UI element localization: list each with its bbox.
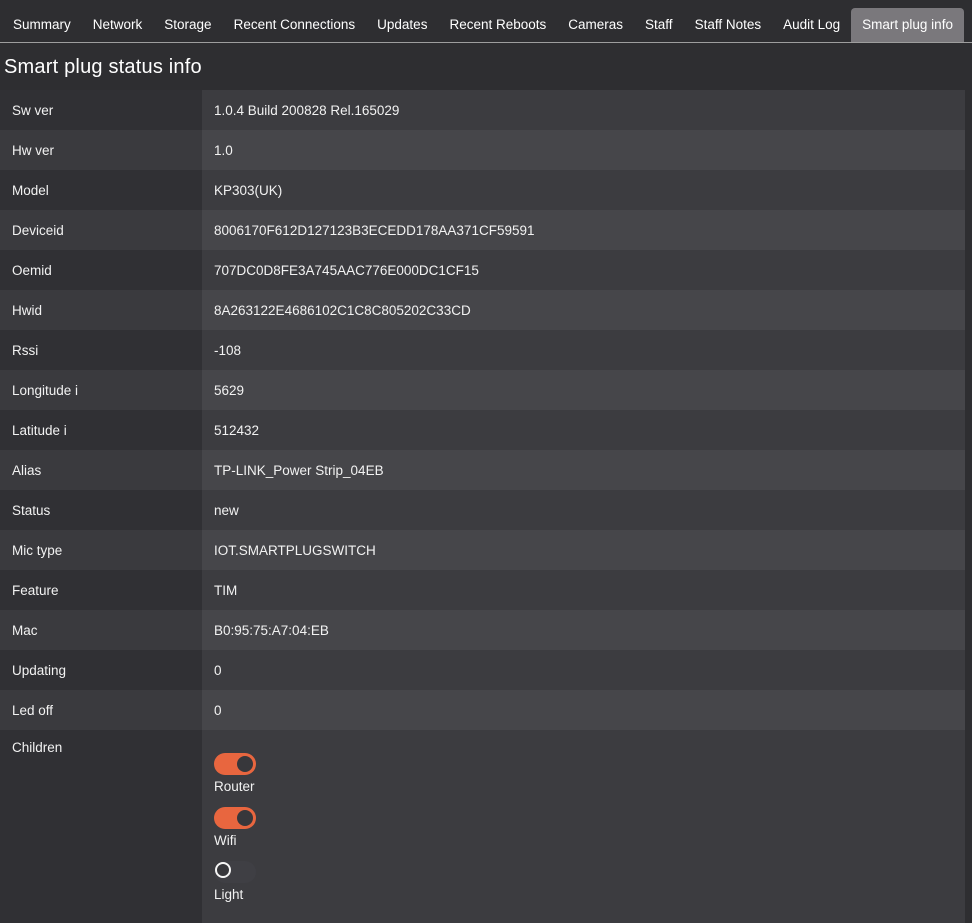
- tab-staff[interactable]: Staff: [634, 8, 684, 43]
- row-label: Latitude i: [0, 410, 202, 450]
- row-value: TP-LINK_Power Strip_04EB: [202, 450, 965, 490]
- table-row-alias: Alias TP-LINK_Power Strip_04EB: [0, 450, 965, 490]
- row-value: 0: [202, 690, 965, 730]
- tab-cameras[interactable]: Cameras: [557, 8, 634, 43]
- row-value: Router Wifi Light: [202, 730, 965, 923]
- row-label: Mic type: [0, 530, 202, 570]
- toggle-group-light: Light: [214, 861, 256, 902]
- row-label: Hwid: [0, 290, 202, 330]
- table-row-sw-ver: Sw ver 1.0.4 Build 200828 Rel.165029: [0, 90, 965, 130]
- tab-label: Summary: [13, 17, 71, 32]
- row-value: -108: [202, 330, 965, 370]
- toggle-label: Wifi: [214, 833, 256, 848]
- row-value: 8A263122E4686102C1C8C805202C33CD: [202, 290, 965, 330]
- table-row-latitude-i: Latitude i 512432: [0, 410, 965, 450]
- toggle-router[interactable]: [214, 753, 256, 775]
- tab-updates[interactable]: Updates: [366, 8, 438, 43]
- tab-label: Staff: [645, 17, 673, 32]
- row-label: Hw ver: [0, 130, 202, 170]
- tab-staff-notes[interactable]: Staff Notes: [684, 8, 773, 43]
- row-label: Oemid: [0, 250, 202, 290]
- toggle-knob-icon: [237, 756, 253, 772]
- row-label: Sw ver: [0, 90, 202, 130]
- table-row-feature: Feature TIM: [0, 570, 965, 610]
- row-value: B0:95:75:A7:04:EB: [202, 610, 965, 650]
- row-value: 8006170F612D127123B3ECEDD178AA371CF59591: [202, 210, 965, 250]
- row-label: Led off: [0, 690, 202, 730]
- table-row-hwid: Hwid 8A263122E4686102C1C8C805202C33CD: [0, 290, 965, 330]
- row-value: 5629: [202, 370, 965, 410]
- row-label: Rssi: [0, 330, 202, 370]
- tab-label: Cameras: [568, 17, 623, 32]
- table-row-oemid: Oemid 707DC0D8FE3A745AAC776E000DC1CF15: [0, 250, 965, 290]
- row-label: Status: [0, 490, 202, 530]
- row-value: new: [202, 490, 965, 530]
- tab-label: Storage: [164, 17, 211, 32]
- toggle-label: Router: [214, 779, 256, 794]
- table-row-mac: Mac B0:95:75:A7:04:EB: [0, 610, 965, 650]
- tab-label: Network: [93, 17, 143, 32]
- table-row-status: Status new: [0, 490, 965, 530]
- tab-storage[interactable]: Storage: [153, 8, 222, 43]
- row-label: Feature: [0, 570, 202, 610]
- toggle-group-router: Router: [214, 753, 256, 794]
- table-row-updating: Updating 0: [0, 650, 965, 690]
- row-value: 1.0.4 Build 200828 Rel.165029: [202, 90, 965, 130]
- row-label: Longitude i: [0, 370, 202, 410]
- row-label: Model: [0, 170, 202, 210]
- tab-smart-plug-info[interactable]: Smart plug info: [851, 8, 964, 43]
- row-value: 707DC0D8FE3A745AAC776E000DC1CF15: [202, 250, 965, 290]
- toggle-wifi[interactable]: [214, 807, 256, 829]
- toggle-label: Light: [214, 887, 256, 902]
- tab-audit-log[interactable]: Audit Log: [772, 8, 851, 43]
- table-row-longitude-i: Longitude i 5629: [0, 370, 965, 410]
- tab-label: Audit Log: [783, 17, 840, 32]
- tab-bar: Summary Network Storage Recent Connections U…: [0, 0, 972, 43]
- tab-recent-reboots[interactable]: Recent Reboots: [438, 8, 557, 43]
- toggle-group-wifi: Wifi: [214, 807, 256, 848]
- tab-summary[interactable]: Summary: [2, 8, 82, 43]
- toggle-light[interactable]: [214, 861, 256, 883]
- row-value: TIM: [202, 570, 965, 610]
- row-label: Mac: [0, 610, 202, 650]
- toggle-knob-icon: [215, 862, 231, 878]
- row-label: Children: [0, 730, 202, 923]
- row-value: KP303(UK): [202, 170, 965, 210]
- toggle-knob-icon: [237, 810, 253, 826]
- tab-recent-connections[interactable]: Recent Connections: [223, 8, 367, 43]
- status-table: Sw ver 1.0.4 Build 200828 Rel.165029 Hw …: [0, 90, 965, 923]
- row-value: IOT.SMARTPLUGSWITCH: [202, 530, 965, 570]
- row-label: Alias: [0, 450, 202, 490]
- row-label: Updating: [0, 650, 202, 690]
- table-row-model: Model KP303(UK): [0, 170, 965, 210]
- table-row-mic-type: Mic type IOT.SMARTPLUGSWITCH: [0, 530, 965, 570]
- tab-label: Recent Connections: [234, 17, 356, 32]
- row-value: 512432: [202, 410, 965, 450]
- table-row-hw-ver: Hw ver 1.0: [0, 130, 965, 170]
- tab-label: Staff Notes: [695, 17, 762, 32]
- tab-label: Updates: [377, 17, 427, 32]
- row-value: 0: [202, 650, 965, 690]
- table-row-rssi: Rssi -108: [0, 330, 965, 370]
- table-row-children: Children Router Wifi Light: [0, 730, 965, 923]
- page-title: Smart plug status info: [0, 43, 972, 90]
- tab-label: Smart plug info: [862, 17, 953, 32]
- tab-label: Recent Reboots: [449, 17, 546, 32]
- row-label: Deviceid: [0, 210, 202, 250]
- row-value: 1.0: [202, 130, 965, 170]
- table-row-led-off: Led off 0: [0, 690, 965, 730]
- table-row-deviceid: Deviceid 8006170F612D127123B3ECEDD178AA3…: [0, 210, 965, 250]
- tab-network[interactable]: Network: [82, 8, 154, 43]
- app-root: Summary Network Storage Recent Connections U…: [0, 0, 972, 923]
